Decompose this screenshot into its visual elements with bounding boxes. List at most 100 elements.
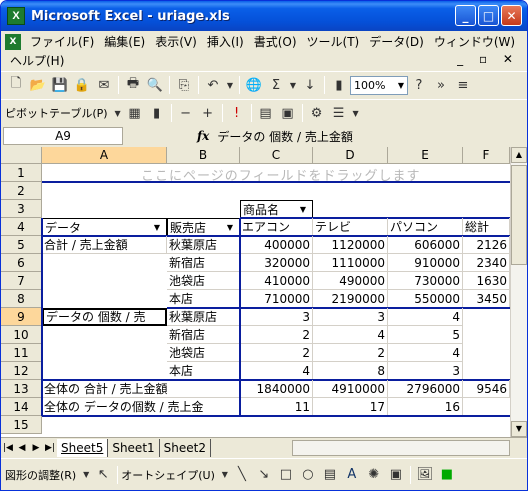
- value-cell[interactable]: 4: [388, 344, 463, 362]
- row-header[interactable]: 11: [1, 344, 42, 362]
- select-objects-icon[interactable]: ↖: [94, 466, 112, 484]
- sheet-tab-sheet2[interactable]: Sheet2: [160, 438, 211, 457]
- sheet-tab-sheet5[interactable]: Sheet5: [57, 438, 109, 457]
- total-count-label[interactable]: 全体の データの個数 / 売上金: [42, 398, 240, 416]
- store-cell[interactable]: 新宿店: [167, 326, 240, 344]
- store-cell[interactable]: 秋葉原店: [167, 236, 240, 254]
- select-all-corner[interactable]: [1, 147, 42, 164]
- hyperlink-icon[interactable]: 🌐: [245, 76, 263, 94]
- total-cell[interactable]: 9546: [463, 380, 510, 398]
- value-cell[interactable]: 606000: [388, 236, 463, 254]
- print-preview-icon[interactable]: 🔍: [146, 76, 164, 94]
- menu-edit[interactable]: 編集(E): [99, 33, 150, 50]
- column-header-b[interactable]: B: [167, 147, 240, 164]
- autoshape-menu[interactable]: オートシェイプ(U): [121, 467, 215, 483]
- value-cell[interactable]: 8: [313, 362, 388, 380]
- scroll-down-icon[interactable]: ▼: [511, 421, 527, 437]
- value-cell[interactable]: 3: [313, 308, 388, 326]
- autosum-icon[interactable]: Σ: [267, 76, 285, 94]
- total-cell[interactable]: 16: [388, 398, 463, 416]
- store-field-button[interactable]: 販売店 ▼: [167, 218, 240, 236]
- toolbar-options-icon[interactable]: ≡: [454, 76, 472, 94]
- menu-file[interactable]: ファイル(F): [25, 33, 99, 50]
- next-sheet-icon[interactable]: ▶: [29, 443, 43, 453]
- draw-adjust-menu[interactable]: 図形の調整(R): [5, 467, 76, 483]
- column-item-tv[interactable]: テレビ: [313, 218, 388, 236]
- undo-icon[interactable]: ↶: [204, 76, 222, 94]
- total-cell[interactable]: 17: [313, 398, 388, 416]
- pivot-format-icon[interactable]: ▦: [126, 104, 144, 122]
- mail-icon[interactable]: ✉: [95, 76, 113, 94]
- store-cell[interactable]: 池袋店: [167, 272, 240, 290]
- store-cell[interactable]: 本店: [167, 290, 240, 308]
- last-sheet-icon[interactable]: ▶|: [43, 443, 57, 453]
- store-cell[interactable]: 本店: [167, 362, 240, 380]
- formula-content[interactable]: データの 個数 / 売上金額: [217, 128, 353, 145]
- chart-wizard-icon[interactable]: ▮: [330, 76, 348, 94]
- row-header[interactable]: 4: [1, 218, 42, 236]
- column-header-f[interactable]: F: [463, 147, 510, 164]
- sheet-tab-sheet1[interactable]: Sheet1: [108, 438, 160, 457]
- line-icon[interactable]: ╲: [233, 466, 251, 484]
- value-cell[interactable]: 3450: [463, 290, 510, 308]
- help-icon[interactable]: ?: [410, 76, 428, 94]
- pivot-table-menu[interactable]: ピボットテーブル(P): [5, 105, 108, 121]
- workbook-window-controls[interactable]: _ ▫ ✕: [457, 52, 519, 66]
- value-cell[interactable]: 400000: [240, 236, 313, 254]
- arrow-icon[interactable]: ↘: [255, 466, 273, 484]
- textbox-icon[interactable]: ▤: [321, 466, 339, 484]
- row-header[interactable]: 3: [1, 200, 42, 218]
- undo-dropdown-icon[interactable]: ▼: [226, 76, 234, 94]
- vertical-scrollbar[interactable]: ▲ ▼: [510, 147, 527, 437]
- value-cell[interactable]: 2340: [463, 254, 510, 272]
- value-cell[interactable]: 2: [313, 344, 388, 362]
- pivot-chart-icon[interactable]: ▮: [148, 104, 166, 122]
- value-cell[interactable]: 4: [388, 308, 463, 326]
- first-sheet-icon[interactable]: |◀: [1, 443, 15, 453]
- picture-icon[interactable]: 🖼: [416, 466, 434, 484]
- menu-help[interactable]: ヘルプ(H): [5, 52, 69, 69]
- column-header-a[interactable]: A: [42, 147, 167, 164]
- save-icon[interactable]: 💾: [51, 76, 69, 94]
- copy-icon[interactable]: ⎘: [175, 76, 193, 94]
- column-header-c[interactable]: C: [240, 147, 313, 164]
- column-header-d[interactable]: D: [313, 147, 388, 164]
- value-cell[interactable]: 1110000: [313, 254, 388, 272]
- diagram-icon[interactable]: ✺: [365, 466, 383, 484]
- row-header[interactable]: 10: [1, 326, 42, 344]
- sort-ascending-icon[interactable]: ↓: [301, 76, 319, 94]
- total-cell[interactable]: 2796000: [388, 380, 463, 398]
- value-cell[interactable]: 730000: [388, 272, 463, 290]
- row-header[interactable]: 1: [1, 164, 42, 182]
- row-header[interactable]: 12: [1, 362, 42, 380]
- count-label-cell-selected[interactable]: データの 個数 / 売: [42, 308, 167, 326]
- close-button[interactable]: ✕: [501, 5, 522, 26]
- workbook-icon[interactable]: X: [5, 33, 21, 50]
- value-cell[interactable]: 2: [240, 326, 313, 344]
- value-cell[interactable]: 3: [388, 362, 463, 380]
- field-list-icon[interactable]: ☰: [330, 104, 348, 122]
- open-icon[interactable]: 📂: [29, 76, 47, 94]
- column-header-e[interactable]: E: [388, 147, 463, 164]
- row-header[interactable]: 9: [1, 308, 42, 326]
- store-cell[interactable]: 新宿店: [167, 254, 240, 272]
- refresh-icon[interactable]: !: [228, 104, 246, 122]
- minimize-button[interactable]: _: [455, 5, 476, 26]
- field-settings-icon[interactable]: ⚙: [308, 104, 326, 122]
- value-cell[interactable]: 2126: [463, 236, 510, 254]
- fx-icon[interactable]: fx: [197, 129, 209, 143]
- zoom-select[interactable]: 100% ▼: [350, 75, 408, 95]
- more-tools-icon[interactable]: »: [432, 76, 450, 94]
- total-cell[interactable]: 4910000: [313, 380, 388, 398]
- horizontal-scrollbar[interactable]: [292, 440, 510, 456]
- include-hidden-icon[interactable]: ▤: [257, 104, 275, 122]
- maximize-button[interactable]: □: [478, 5, 499, 26]
- value-cell[interactable]: 3: [240, 308, 313, 326]
- column-item-aircon[interactable]: エアコン: [240, 218, 313, 236]
- permission-icon[interactable]: 🔒: [73, 76, 91, 94]
- value-cell[interactable]: 320000: [240, 254, 313, 272]
- scroll-up-icon[interactable]: ▲: [511, 147, 527, 163]
- wordart-icon[interactable]: A: [343, 466, 361, 484]
- row-header[interactable]: 6: [1, 254, 42, 272]
- column-field-button[interactable]: 商品名 ▼: [240, 200, 313, 218]
